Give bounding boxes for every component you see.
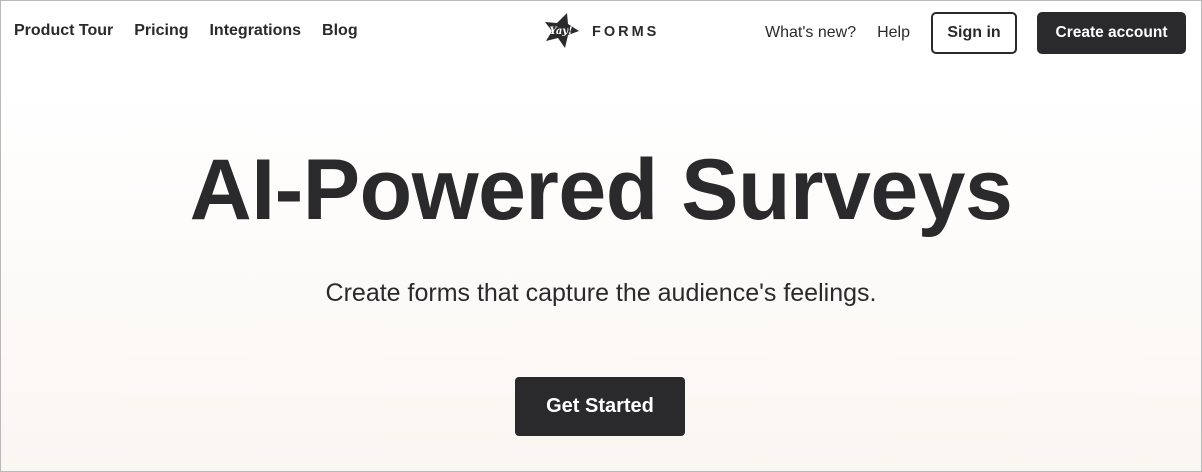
nav-link-pricing[interactable]: Pricing bbox=[134, 22, 188, 40]
account-nav: What's new? Help Sign in Create account bbox=[765, 12, 1186, 54]
logo-mark-text: Yay! bbox=[549, 26, 572, 37]
top-nav: Product Tour Pricing Integrations Blog Y… bbox=[0, 0, 1202, 66]
yay-star-logo-icon: Yay! bbox=[545, 13, 579, 48]
nav-link-blog[interactable]: Blog bbox=[322, 22, 358, 40]
hero-subtitle: Create forms that capture the audience's… bbox=[325, 279, 877, 307]
logo-wordmark: FORMS bbox=[592, 24, 660, 40]
whats-new-link[interactable]: What's new? bbox=[765, 24, 856, 42]
nav-link-integrations[interactable]: Integrations bbox=[209, 22, 301, 40]
nav-link-product-tour[interactable]: Product Tour bbox=[14, 22, 113, 40]
hero-title: AI-Powered Surveys bbox=[189, 142, 1013, 238]
help-link[interactable]: Help bbox=[877, 24, 910, 42]
get-started-button[interactable]: Get Started bbox=[515, 377, 685, 436]
brand-logo[interactable]: Yay! FORMS bbox=[540, 11, 659, 53]
primary-nav: Product Tour Pricing Integrations Blog bbox=[14, 22, 358, 40]
sign-in-button[interactable]: Sign in bbox=[931, 12, 1017, 54]
create-account-button[interactable]: Create account bbox=[1037, 12, 1186, 54]
